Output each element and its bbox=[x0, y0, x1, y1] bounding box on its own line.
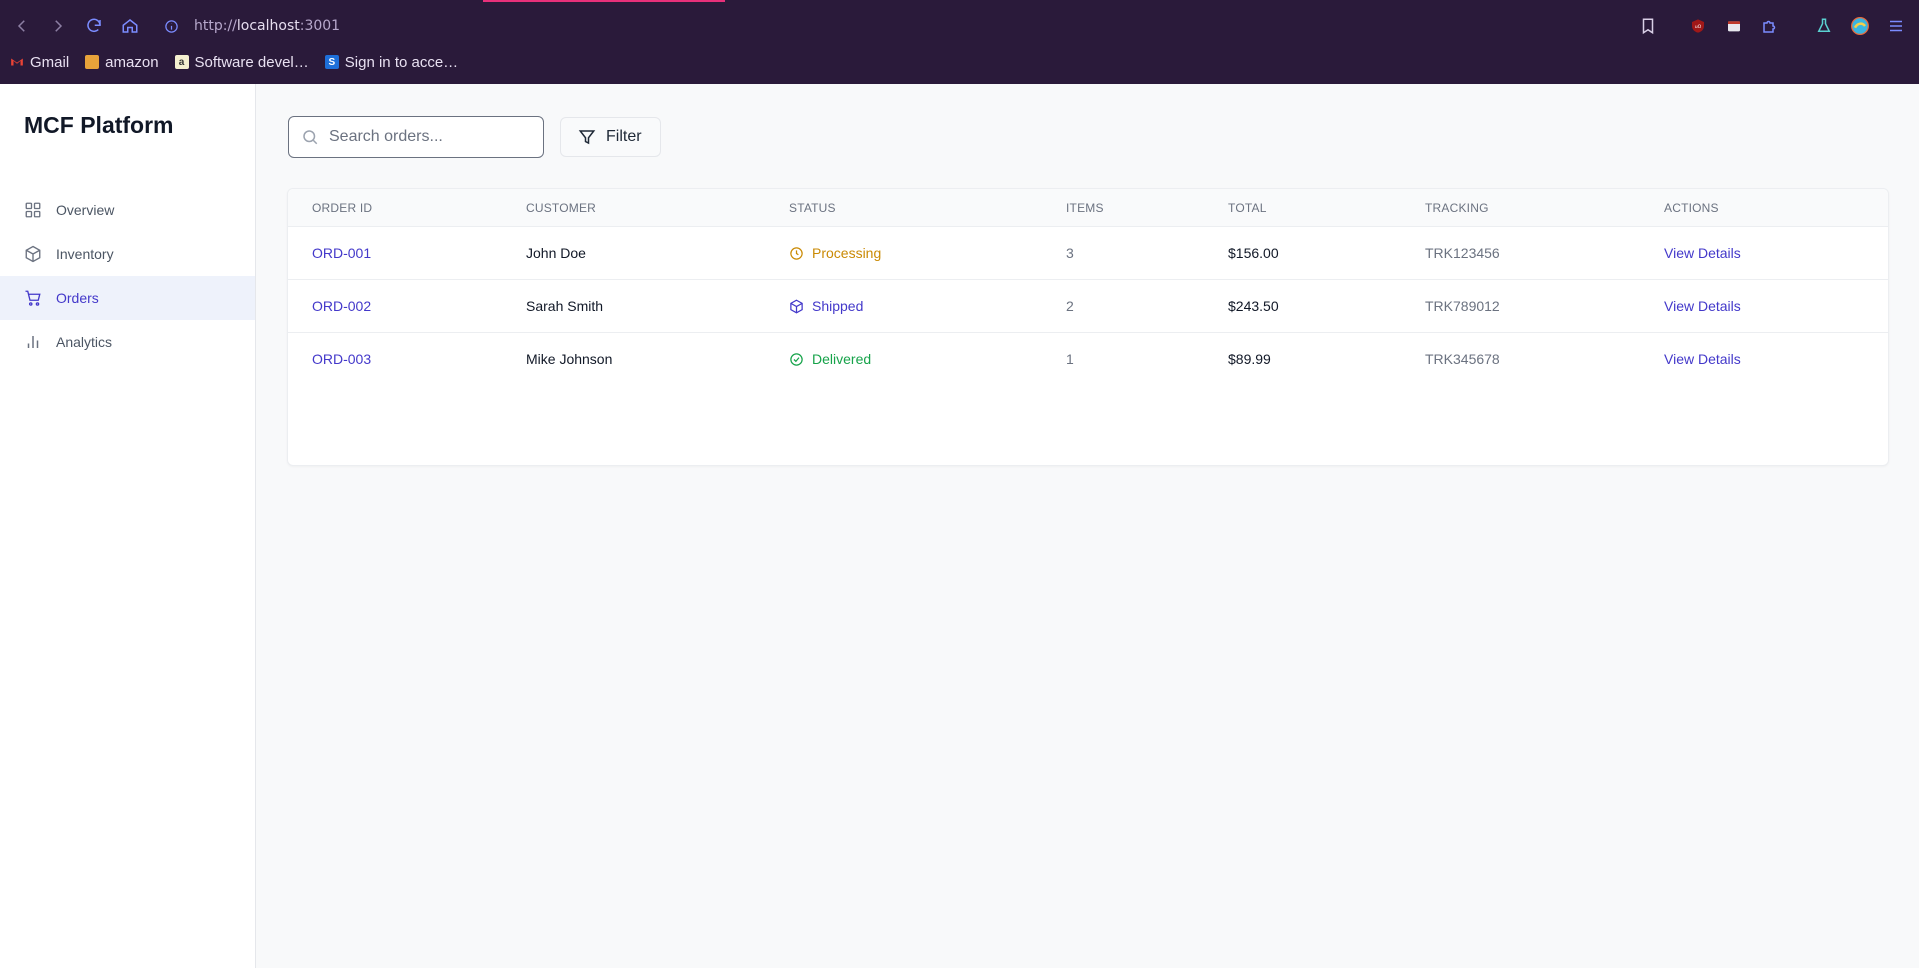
status-badge: Processing bbox=[789, 245, 881, 261]
check-circle-icon bbox=[789, 352, 804, 367]
table-header: ORDER ID CUSTOMER STATUS ITEMS TOTAL TRA… bbox=[288, 189, 1888, 227]
sidebar-item-label: Analytics bbox=[56, 334, 113, 350]
search-box[interactable] bbox=[288, 116, 544, 158]
box-icon bbox=[24, 245, 42, 263]
view-details-link[interactable]: View Details bbox=[1664, 351, 1741, 367]
sidebar-item-label: Orders bbox=[56, 290, 99, 306]
svg-text:uO: uO bbox=[1695, 24, 1702, 30]
table-row: ORD-003 Mike Johnson Delivered 1 $89.99 … bbox=[288, 333, 1888, 386]
clock-icon bbox=[789, 246, 804, 261]
browser-chrome: http://localhost:3001 uO Gmail amazon a … bbox=[0, 0, 1919, 84]
column-header-order-id[interactable]: ORDER ID bbox=[312, 201, 372, 215]
table-row: ORD-002 Sarah Smith Shipped 2 $243.50 TR… bbox=[288, 280, 1888, 333]
items-count: 2 bbox=[1066, 298, 1074, 314]
filter-label: Filter bbox=[606, 128, 642, 145]
amazon-icon bbox=[85, 55, 100, 69]
menu-hamburger-icon[interactable] bbox=[1886, 16, 1906, 36]
sidebar-item-analytics[interactable]: Analytics bbox=[0, 320, 255, 364]
status-label: Delivered bbox=[812, 351, 872, 367]
order-total: $156.00 bbox=[1228, 245, 1279, 261]
flask-icon[interactable] bbox=[1814, 16, 1834, 36]
sidebar-item-label: Overview bbox=[56, 202, 115, 218]
filter-icon bbox=[578, 128, 596, 146]
sidebar: MCF Platform Overview Inventory Orders A… bbox=[0, 84, 256, 968]
bookmark-software-dev[interactable]: a Software devel… bbox=[174, 53, 309, 71]
orders-table: ORDER ID CUSTOMER STATUS ITEMS TOTAL TRA… bbox=[287, 188, 1889, 466]
sidebar-item-orders[interactable]: Orders bbox=[0, 276, 255, 320]
order-total: $89.99 bbox=[1228, 351, 1271, 367]
order-total: $243.50 bbox=[1228, 298, 1279, 314]
search-input[interactable] bbox=[329, 128, 529, 146]
sidebar-item-inventory[interactable]: Inventory bbox=[0, 232, 255, 276]
sidebar-nav: Overview Inventory Orders Analytics bbox=[0, 188, 255, 364]
profile-avatar-icon[interactable] bbox=[1850, 16, 1870, 36]
package-icon bbox=[789, 299, 804, 314]
column-header-tracking[interactable]: TRACKING bbox=[1425, 201, 1489, 215]
items-count: 1 bbox=[1066, 351, 1074, 367]
main-content: Filter ORDER ID CUSTOMER STATUS ITEMS TO… bbox=[256, 84, 1919, 968]
customer-name: Mike Johnson bbox=[526, 351, 613, 367]
bar-chart-icon bbox=[24, 333, 42, 351]
extensions-puzzle-icon[interactable] bbox=[1760, 16, 1780, 36]
bookmark-label: Software devel… bbox=[194, 53, 309, 71]
calendar-extension-icon[interactable] bbox=[1724, 16, 1744, 36]
items-count: 3 bbox=[1066, 245, 1074, 261]
tracking-number: TRK789012 bbox=[1425, 298, 1500, 314]
status-label: Shipped bbox=[812, 298, 864, 314]
status-label: Processing bbox=[812, 245, 882, 261]
order-id-link[interactable]: ORD-001 bbox=[312, 245, 371, 261]
cart-icon bbox=[24, 289, 42, 307]
filter-button[interactable]: Filter bbox=[560, 117, 661, 157]
sidebar-item-overview[interactable]: Overview bbox=[0, 188, 255, 232]
browser-toolbar: http://localhost:3001 uO bbox=[0, 4, 1919, 48]
ublock-icon[interactable]: uO bbox=[1688, 16, 1708, 36]
column-header-status[interactable]: STATUS bbox=[789, 201, 836, 215]
column-header-total[interactable]: TOTAL bbox=[1228, 201, 1267, 215]
order-id-link[interactable]: ORD-002 bbox=[312, 298, 371, 314]
app-brand: MCF Platform bbox=[24, 112, 174, 138]
bookmark-star-icon[interactable] bbox=[1638, 16, 1658, 36]
bookmark-label: Gmail bbox=[30, 53, 70, 71]
bookmark-amazon[interactable]: amazon bbox=[85, 53, 159, 71]
status-badge: Delivered bbox=[789, 351, 871, 367]
customer-name: John Doe bbox=[526, 245, 586, 261]
customer-name: Sarah Smith bbox=[526, 298, 604, 314]
gmail-icon bbox=[10, 55, 24, 69]
column-header-actions[interactable]: ACTIONS bbox=[1664, 201, 1719, 215]
search-icon bbox=[301, 128, 319, 146]
status-badge: Shipped bbox=[789, 298, 863, 314]
order-id-link[interactable]: ORD-003 bbox=[312, 351, 371, 367]
table-row: ORD-001 John Doe Processing 3 $156.00 TR… bbox=[288, 227, 1888, 280]
browser-extension-bar: uO bbox=[0, 4, 1919, 48]
view-details-link[interactable]: View Details bbox=[1664, 298, 1741, 314]
bookmark-gmail[interactable]: Gmail bbox=[10, 54, 69, 71]
bookmark-label: Sign in to acce… bbox=[344, 53, 459, 71]
bookmark-s-icon: S bbox=[324, 55, 339, 69]
view-details-link[interactable]: View Details bbox=[1664, 245, 1741, 261]
tracking-number: TRK123456 bbox=[1425, 245, 1500, 261]
bookmark-sign-in[interactable]: S Sign in to acce… bbox=[324, 53, 459, 71]
tracking-number: TRK345678 bbox=[1425, 351, 1500, 367]
column-header-items[interactable]: ITEMS bbox=[1066, 201, 1104, 215]
bookmark-a-icon: a bbox=[174, 55, 189, 69]
bookmark-label: amazon bbox=[105, 53, 159, 71]
page-load-progress bbox=[483, 0, 725, 2]
bookmarks-bar: Gmail amazon a Software devel… S Sign in… bbox=[0, 48, 474, 76]
sidebar-item-label: Inventory bbox=[56, 246, 114, 262]
column-header-customer[interactable]: CUSTOMER bbox=[526, 201, 596, 215]
grid-icon bbox=[24, 201, 42, 219]
